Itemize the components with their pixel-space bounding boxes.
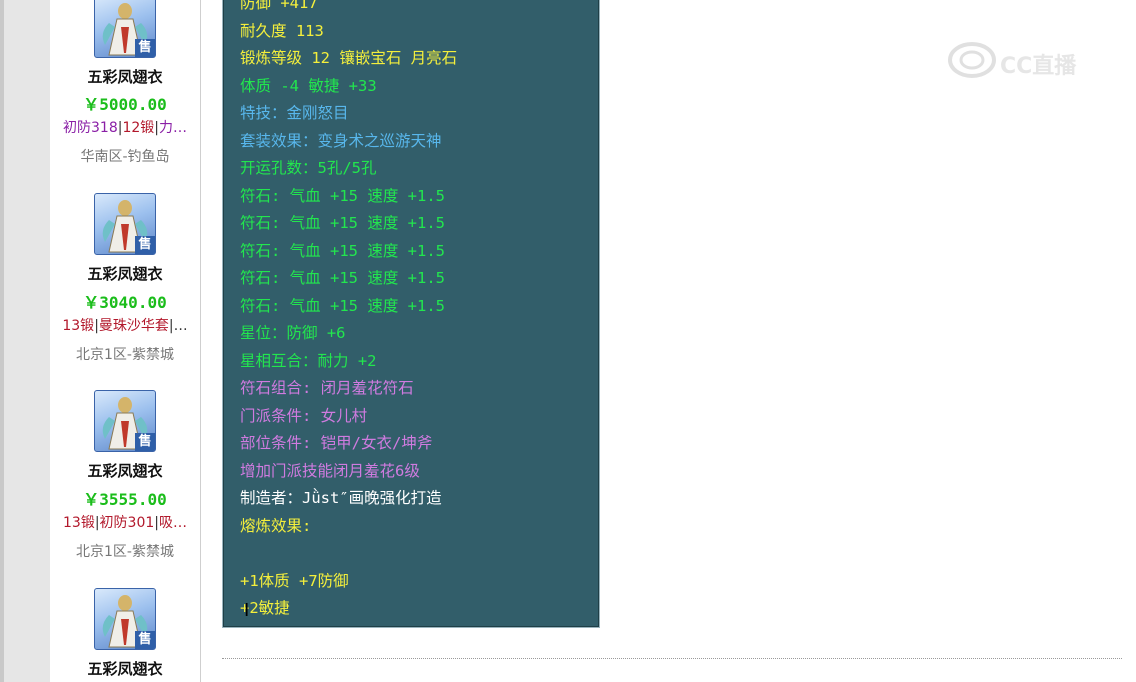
item-price: ￥5000.00 <box>83 95 167 114</box>
item-tag-separator: |… <box>168 318 188 334</box>
item-thumbnail[interactable]: 售 <box>94 588 156 650</box>
item-tag: 13锻 <box>63 515 95 531</box>
item-tags: 13锻|初防301|吸… <box>50 512 200 532</box>
tooltip-line: 锻炼等级 12 镶嵌宝石 月亮石 <box>240 49 458 67</box>
item-price: ￥3040.00 <box>83 293 167 312</box>
item-tags: 13锻|曼珠沙华套|… <box>50 315 200 335</box>
text-cursor-icon: I <box>244 600 250 621</box>
item-tag: 初防318 <box>63 120 118 136</box>
item-server: 北京1区-紫禁城 <box>76 347 174 363</box>
tooltip-line: 符石: 气血 +15 速度 +1.5 <box>240 296 445 315</box>
tooltip-line: 部位条件: 铠甲/女衣/坤斧 <box>240 434 433 452</box>
item-price: ￥3555.00 <box>83 490 167 509</box>
item-thumbnail[interactable]: 售 <box>94 0 156 58</box>
tooltip-line: 符石组合: 闭月羞花符石 <box>240 379 414 397</box>
tooltip-line: 星位：防御 +6 <box>240 324 346 342</box>
item-tags: 初防318|12锻|力… <box>50 117 200 137</box>
item-name[interactable]: 五彩凤翅衣 <box>50 263 200 284</box>
item-detail-tooltip: 防御 +417 耐久度 113 锻炼等级 12 镶嵌宝石 月亮石 体质 -4 敏捷 +… <box>222 0 600 628</box>
item-tag: 13锻 <box>62 318 95 334</box>
tooltip-line: 符石: 气血 +15 速度 +1.5 <box>240 269 445 287</box>
left-margin <box>0 0 51 682</box>
item-tag: 曼珠沙华套 <box>98 318 169 334</box>
cc-logo-icon <box>948 42 996 78</box>
sale-badge: 售 <box>135 236 155 254</box>
item-server: 华南区-钓鱼岛 <box>80 149 170 165</box>
tooltip-line: 熔炼效果: <box>240 516 312 535</box>
tooltip-line: +1体质 +7防御 <box>240 571 349 590</box>
item-tag: 12锻 <box>122 120 155 136</box>
tooltip-line: 符石: 气血 +15 速度 +1.5 <box>240 241 445 260</box>
item-name[interactable]: 五彩凤翅衣 <box>50 658 200 679</box>
item-tag: 初防301 <box>99 515 155 531</box>
tooltip-line: 门派条件: 女儿村 <box>240 406 368 425</box>
tooltip-line: 符石: 气血 +15 速度 +1.5 <box>240 214 445 232</box>
watermark-text: CC直播 <box>1000 54 1077 79</box>
tooltip-line: 开运孔数：5孔/5孔 <box>240 159 377 177</box>
tooltip-line: 防御 +417 <box>240 0 318 12</box>
item-tag: 吸… <box>159 515 187 531</box>
watermark: CC直播 <box>948 38 1108 82</box>
tooltip-line: 耐久度 113 <box>240 21 324 40</box>
tooltip-line: 符石: 气血 +15 速度 +1.5 <box>240 186 445 205</box>
item-tag: 力… <box>159 120 187 136</box>
item-thumbnail[interactable]: 售 <box>94 390 156 452</box>
tooltip-line: 体质 -4 敏捷 +33 <box>240 76 377 95</box>
left-margin-shade <box>0 0 4 682</box>
item-thumbnail[interactable]: 售 <box>94 193 156 255</box>
item-name[interactable]: 五彩凤翅衣 <box>50 66 200 87</box>
tooltip-line: 制造者：Jǜst″画晚强化打造 <box>240 489 442 507</box>
tooltip-line: 套装效果：变身术之巡游天神 <box>240 131 442 150</box>
item-server: 北京1区-紫禁城 <box>76 544 174 560</box>
item-name[interactable]: 五彩凤翅衣 <box>50 460 200 481</box>
section-divider <box>222 658 1122 659</box>
listing-column: 售 五彩凤翅衣 ￥5000.00 初防318|12锻|力… 华南区-钓鱼岛 售 … <box>50 0 201 682</box>
tooltip-line: 增加门派技能闭月羞花6级 <box>240 461 420 480</box>
tooltip-line: 特技：金刚怒目 <box>240 104 349 122</box>
sale-badge: 售 <box>135 39 155 57</box>
sale-badge: 售 <box>135 631 155 649</box>
tooltip-line: 星相互合：耐力 +2 <box>240 351 377 370</box>
sale-badge: 售 <box>135 433 155 451</box>
